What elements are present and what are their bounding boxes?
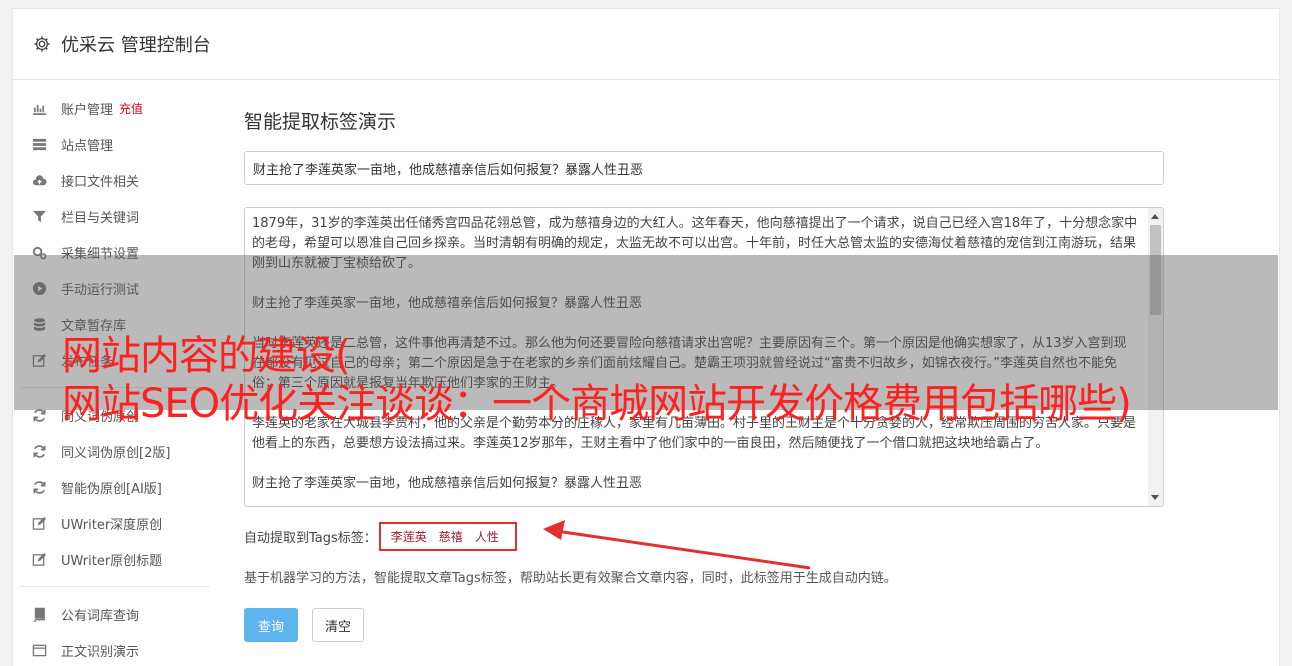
tag[interactable]: 慈禧 [433, 526, 469, 547]
sidebar-item-text-recognition[interactable]: 正文识别演示 [20, 632, 210, 666]
sidebar-item-columns-keywords[interactable]: 栏目与关键词 [20, 198, 210, 234]
sidebar-item-account[interactable]: 账户管理 充值 [20, 90, 210, 126]
window-icon [32, 643, 47, 658]
title-input[interactable] [244, 151, 1164, 185]
cloud-upload-icon [32, 173, 47, 188]
book-icon [32, 607, 47, 622]
sidebar-item-label: 接口文件相关 [61, 174, 140, 190]
feature-description: 基于机器学习的方法，智能提取文章Tags标签，帮助站长更有效聚合文章内容，同时，… [244, 571, 897, 586]
watermark-line: 网站内容的建设( [62, 333, 351, 379]
sidebar-item-ai-rewrite[interactable]: 智能伪原创[AI版] [20, 469, 210, 505]
edit-icon [32, 552, 47, 567]
button-group: 查询 清空 [244, 608, 1164, 642]
server-icon [32, 137, 47, 152]
sidebar-item-label: 正文识别演示 [61, 644, 140, 660]
watermark-line: 网站SEO优化关注谈谈：一个商城网站开发价格费用包括哪些) [62, 381, 1132, 427]
tags-label: 自动提取到Tags标签： [244, 531, 377, 546]
sidebar-item-uwriter-deep[interactable]: UWriter深度原创 [20, 505, 210, 541]
watermark-title: 网站内容的建设( 网站SEO优化关注谈谈：一个商城网站开发价格费用包括哪些) [62, 332, 1132, 428]
content-paragraph: 财主抢了李莲英家一亩地，他成慈禧亲信后如何报复？暴露人性丑恶 [252, 476, 643, 491]
refresh-icon [32, 444, 47, 459]
edit-icon [32, 516, 47, 531]
sidebar-item-label: 同义词伪原创[2版] [61, 445, 171, 461]
clear-button[interactable]: 清空 [312, 608, 365, 642]
sidebar-item-label: 智能伪原创[AI版] [61, 481, 162, 497]
tags-row: 自动提取到Tags标签： 李莲英 慈禧 人性 [244, 522, 1164, 551]
sidebar-item-interface-files[interactable]: 接口文件相关 [20, 162, 210, 198]
sidebar-item-label: UWriter原创标题 [61, 553, 163, 569]
refresh-icon [32, 480, 47, 495]
sidebar-item-label: 站点管理 [61, 138, 114, 154]
scroll-down-arrow-icon[interactable] [1151, 495, 1159, 500]
bar-chart-icon [32, 101, 47, 116]
query-button[interactable]: 查询 [244, 608, 298, 642]
sidebar-item-label: 账户管理 [61, 102, 114, 118]
tags-highlight-box: 李莲英 慈禧 人性 [378, 522, 517, 551]
sidebar-item-sites[interactable]: 站点管理 [20, 126, 210, 162]
sidebar-item-synonym-rewrite-v2[interactable]: 同义词伪原创[2版] [20, 433, 210, 469]
console-title: 优采云 管理控制台 [61, 35, 211, 56]
tag[interactable]: 李莲英 [385, 526, 433, 547]
tag[interactable]: 人性 [469, 526, 505, 547]
sidebar-divider [20, 586, 210, 587]
sidebar-item-label: 栏目与关键词 [61, 210, 140, 226]
page-title: 智能提取标签演示 [244, 111, 397, 133]
recharge-link[interactable]: 充值 [119, 100, 143, 117]
sidebar-item-label: UWriter深度原创 [61, 517, 163, 533]
sidebar-item-public-dictionary[interactable]: 公有词库查询 [20, 596, 210, 632]
sidebar-item-label: 公有词库查询 [61, 608, 140, 624]
filter-icon [32, 209, 47, 224]
gear-icon [33, 35, 51, 53]
sidebar-item-uwriter-title[interactable]: UWriter原创标题 [20, 541, 210, 577]
scroll-up-arrow-icon[interactable] [1151, 214, 1159, 219]
panel-header: 优采云 管理控制台 [13, 9, 1279, 80]
